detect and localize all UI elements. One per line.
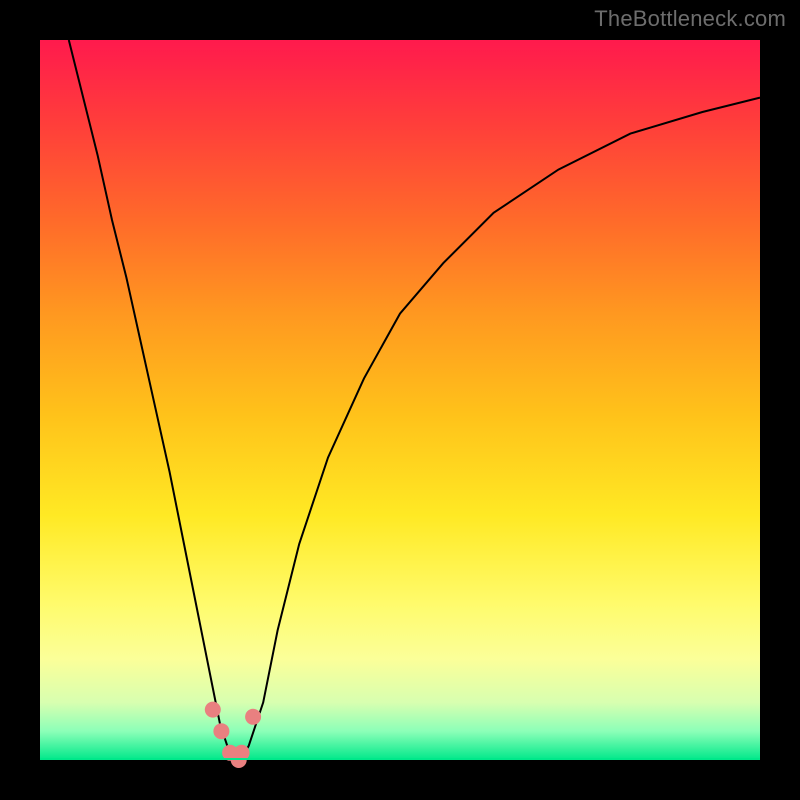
minimum-dot <box>213 723 229 739</box>
minimum-dot <box>245 709 261 725</box>
minimum-dot <box>205 702 221 718</box>
chart-svg <box>40 40 760 760</box>
bottleneck-curve <box>69 40 760 760</box>
watermark-text: TheBottleneck.com <box>594 6 786 32</box>
chart-frame: TheBottleneck.com <box>0 0 800 800</box>
chart-plot-area <box>40 40 760 760</box>
chart-baseline <box>40 758 760 760</box>
